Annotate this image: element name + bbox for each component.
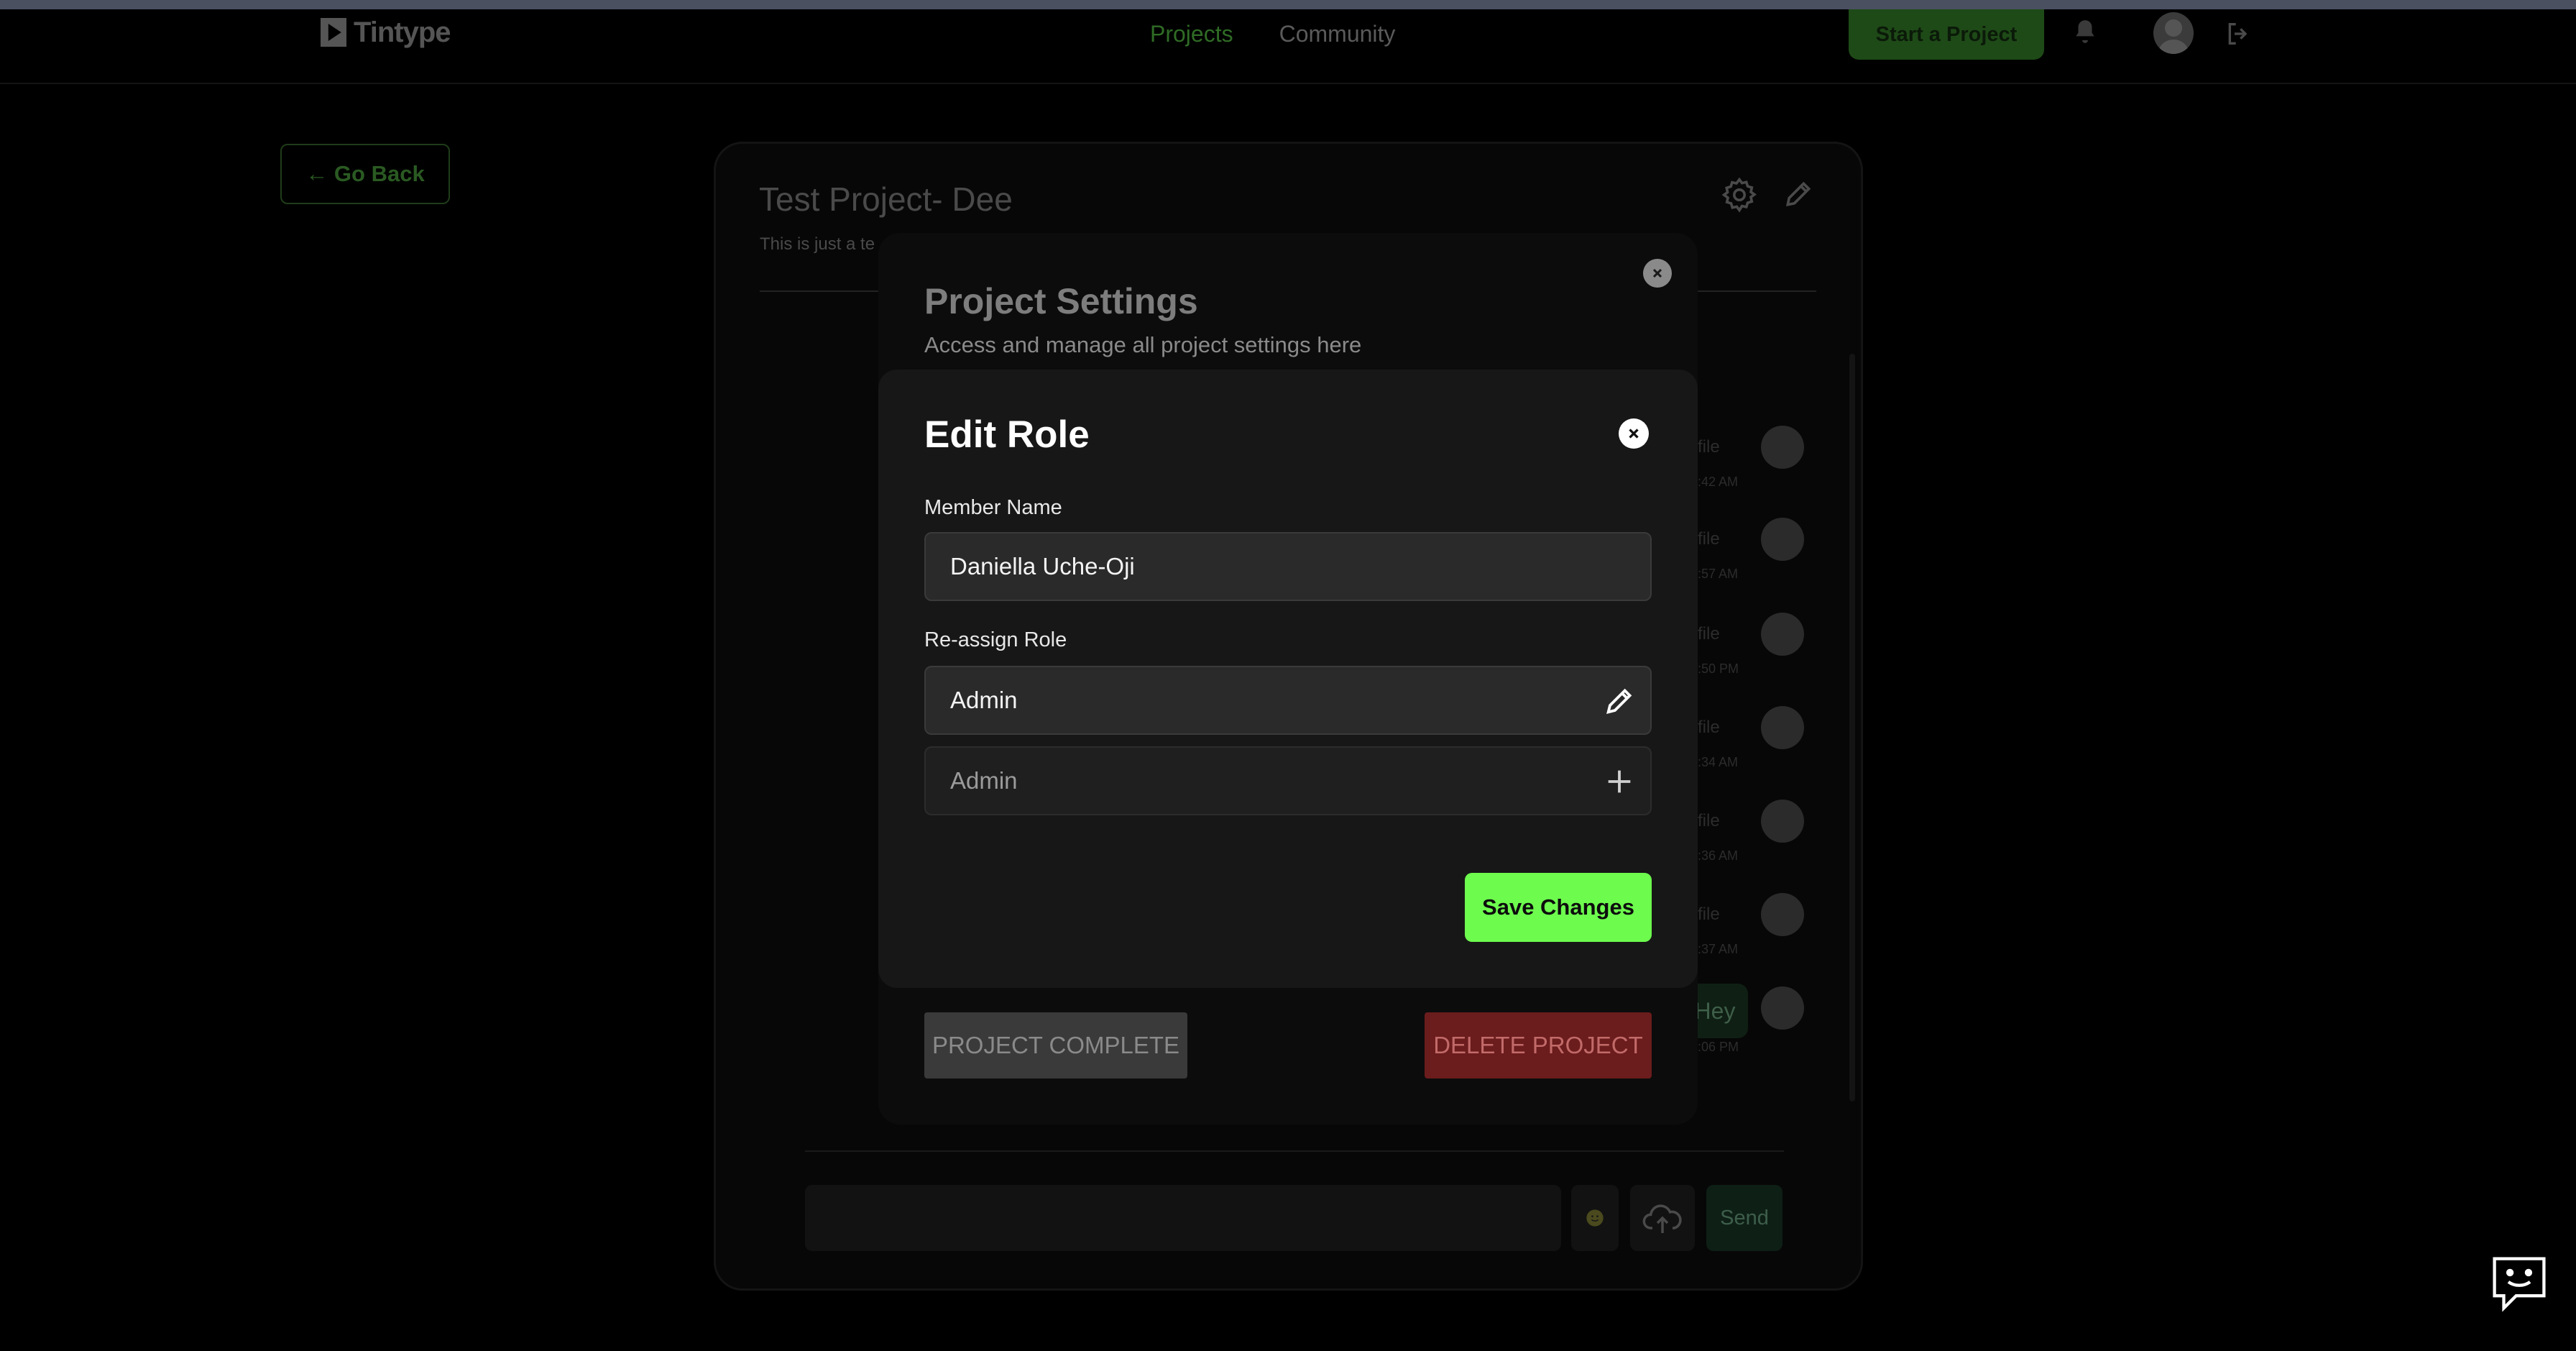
settings-subtitle: Access and manage all project settings h…	[924, 332, 1362, 357]
reassign-role-label: Re-assign Role	[924, 628, 1067, 651]
close-icon	[1629, 429, 1639, 439]
message-avatar	[1761, 613, 1804, 656]
logo[interactable]: Tintype	[321, 15, 451, 50]
emoji-icon	[1586, 1209, 1604, 1227]
logout-icon[interactable]	[2224, 19, 2253, 48]
message-file-text: file	[1698, 718, 1720, 737]
message-time: :06 PM	[1698, 1040, 1739, 1054]
main-nav: Projects Community	[1150, 21, 1395, 47]
message-avatar	[1761, 800, 1804, 843]
window-top-strip	[0, 0, 2576, 9]
go-back-button[interactable]: ← Go Back	[280, 144, 450, 204]
edit-pencil-icon[interactable]	[1782, 178, 1814, 210]
project-title: Test Project- Dee	[759, 180, 1013, 218]
project-description: This is just a te	[760, 234, 875, 254]
message-avatar	[1761, 986, 1804, 1030]
message-time: :36 AM	[1698, 848, 1739, 863]
message-time: :37 AM	[1698, 942, 1739, 956]
new-role-input[interactable]: Admin	[924, 746, 1652, 815]
message-input[interactable]	[805, 1185, 1561, 1251]
message-time: :57 AM	[1698, 567, 1739, 581]
current-role-value: Admin	[950, 687, 1018, 713]
project-complete-button[interactable]: PROJECT COMPLETE	[924, 1012, 1187, 1078]
settings-title: Project Settings	[924, 281, 1198, 321]
member-name-value: Daniella Uche-Oji	[950, 553, 1135, 580]
edit-role-title: Edit Role	[924, 413, 1090, 456]
send-button[interactable]: Send	[1706, 1185, 1782, 1251]
message-file-text: file	[1698, 437, 1720, 457]
message-avatar	[1761, 518, 1804, 561]
new-role-placeholder: Admin	[950, 767, 1018, 794]
save-changes-button[interactable]: Save Changes	[1465, 873, 1652, 942]
cloud-upload-icon	[1642, 1204, 1682, 1233]
message-avatar	[1761, 706, 1804, 749]
message-time: :50 PM	[1698, 661, 1739, 676]
nav-projects[interactable]: Projects	[1150, 21, 1233, 47]
message-time: :42 AM	[1698, 475, 1739, 489]
settings-close-button[interactable]	[1643, 259, 1672, 288]
current-role-field[interactable]: Admin	[924, 666, 1652, 735]
message-file-text: file	[1698, 811, 1720, 830]
member-name-label: Member Name	[924, 496, 1062, 519]
message-file-text: file	[1698, 529, 1720, 549]
delete-project-button[interactable]: DELETE PROJECT	[1425, 1012, 1652, 1078]
nav-community[interactable]: Community	[1279, 21, 1396, 47]
bell-icon[interactable]	[2071, 17, 2099, 47]
pencil-icon[interactable]	[1603, 684, 1636, 718]
message-file-text: file	[1698, 624, 1720, 644]
chat-scrollbar[interactable]	[1849, 354, 1855, 1102]
member-name-field[interactable]: Daniella Uche-Oji	[924, 532, 1652, 601]
plus-icon[interactable]	[1603, 765, 1636, 798]
message-avatar	[1761, 426, 1804, 469]
user-avatar[interactable]	[2153, 12, 2194, 54]
gear-icon[interactable]	[1720, 175, 1759, 214]
logo-text: Tintype	[354, 16, 451, 48]
emoji-button[interactable]	[1571, 1185, 1619, 1251]
close-icon	[1652, 268, 1662, 278]
logo-mark-icon	[321, 18, 346, 47]
start-project-button[interactable]: Start a Project	[1849, 9, 2044, 60]
edit-role-close-button[interactable]	[1619, 418, 1649, 449]
upload-button[interactable]	[1630, 1185, 1695, 1251]
chat-divider	[805, 1150, 1784, 1152]
message-file-text: file	[1698, 905, 1720, 924]
message-time: :34 AM	[1698, 755, 1739, 769]
top-navbar: Tintype Projects Community Start a Proje…	[0, 9, 2576, 84]
chat-support-icon[interactable]	[2488, 1252, 2550, 1314]
message-avatar	[1761, 893, 1804, 936]
